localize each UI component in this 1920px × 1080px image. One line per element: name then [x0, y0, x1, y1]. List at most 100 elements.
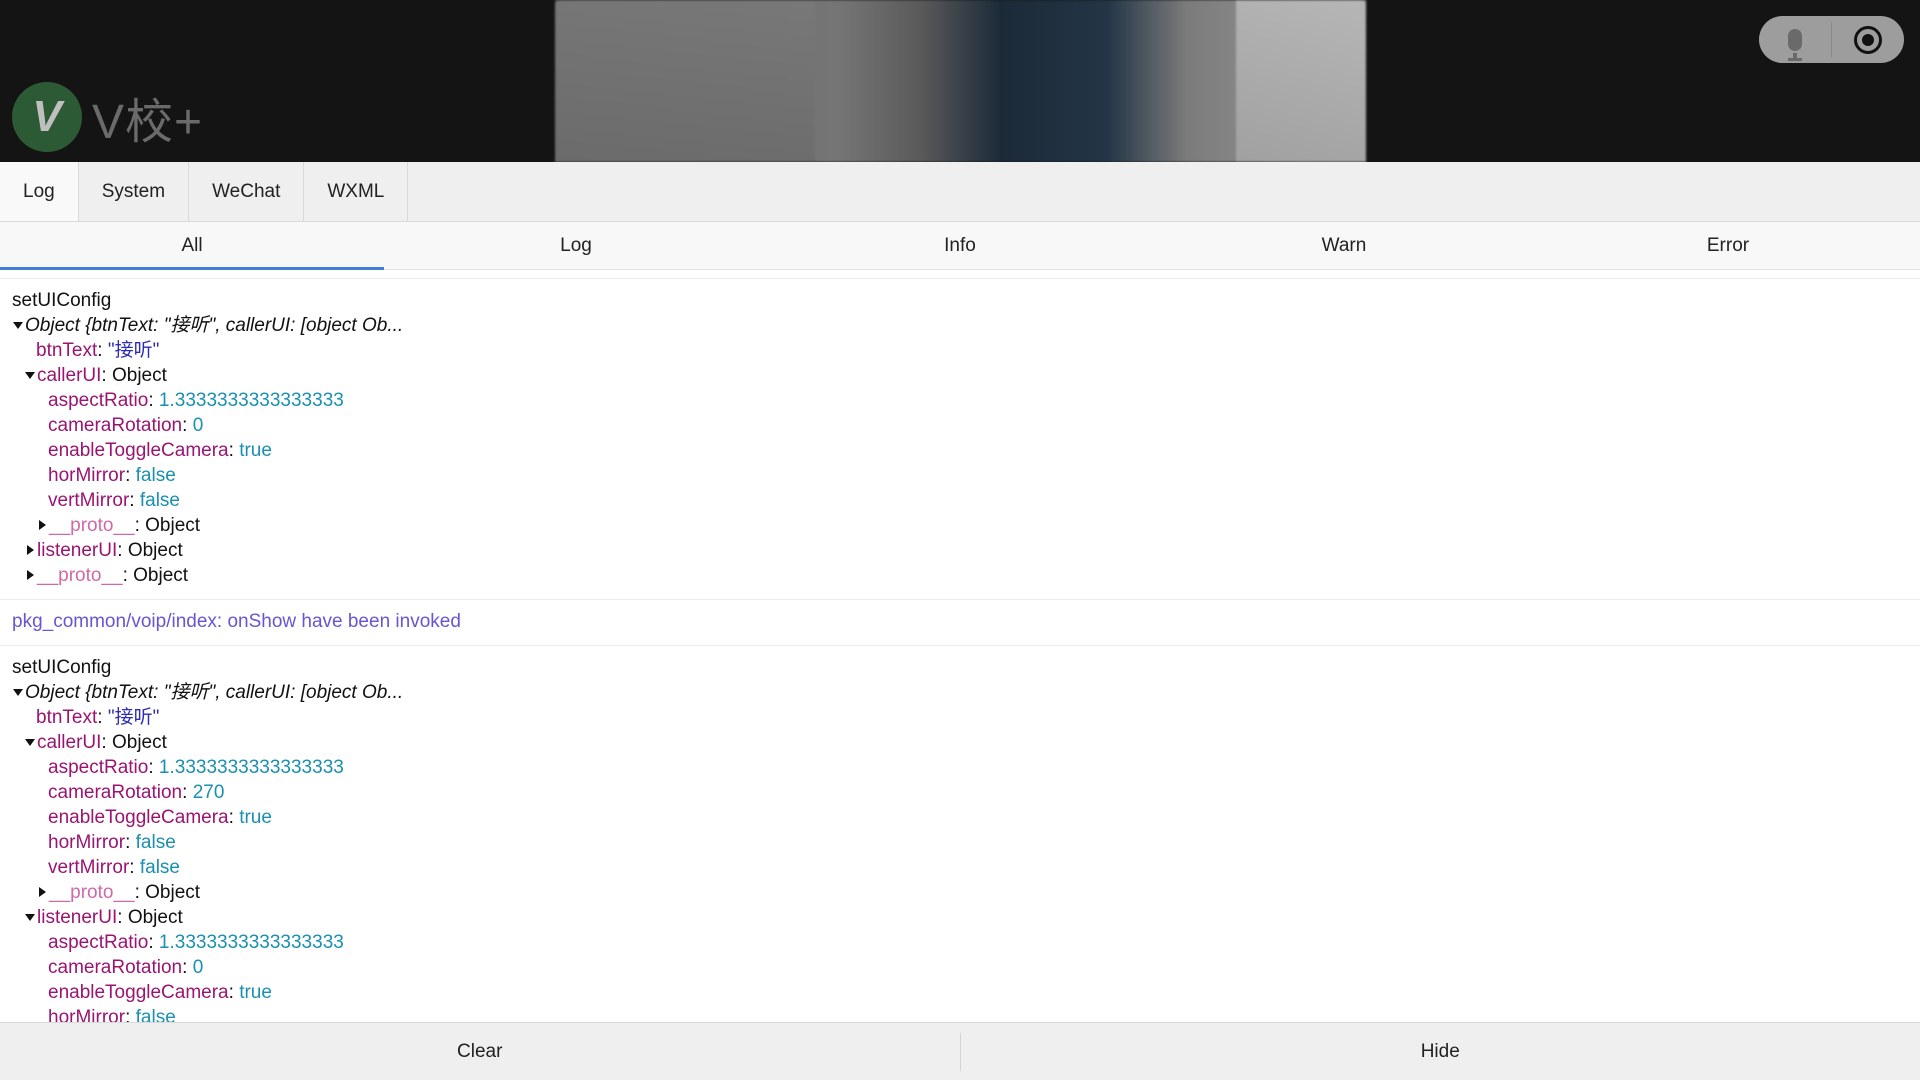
property-value: false	[139, 857, 180, 878]
caret-right-icon[interactable]	[36, 513, 49, 538]
clear-button[interactable]: Clear	[0, 1023, 960, 1080]
video-area: V V校+	[0, 0, 1920, 162]
property-key: enableToggleCamera	[48, 807, 229, 828]
log-title: setUIConfig	[12, 288, 1908, 313]
log-tree-row[interactable]: callerUI: Object	[12, 363, 1908, 388]
property-separator: :	[228, 807, 240, 828]
property-key: vertMirror	[48, 490, 130, 511]
property-separator: :	[101, 365, 112, 386]
caret-right-icon[interactable]	[24, 563, 37, 588]
property-key: listenerUI	[37, 907, 118, 928]
caret-right-icon[interactable]	[36, 880, 49, 905]
log-tree-row: horMirror: false	[12, 1005, 1908, 1023]
log-entry: pkg_common/voip/index: onShow have been …	[0, 600, 1920, 646]
log-tree-row: cameraRotation: 0	[12, 955, 1908, 980]
filter-error[interactable]: Error	[1536, 222, 1920, 269]
property-separator: :	[134, 515, 146, 536]
property-key: horMirror	[48, 832, 126, 853]
property-value: Object	[111, 365, 167, 386]
microphone-icon	[1788, 28, 1802, 61]
log-entry: setUIConfig Object {btnText: "接听", caller…	[0, 279, 1920, 600]
property-separator: :	[97, 340, 108, 361]
log-tree-row: vertMirror: false	[12, 855, 1908, 880]
property-separator: :	[125, 465, 136, 486]
log-tree-row: aspectRatio: 1.3333333333333333	[12, 755, 1908, 780]
log-message: setUIConfig	[12, 657, 112, 678]
record-button[interactable]	[1832, 16, 1904, 63]
tab-system[interactable]: System	[79, 162, 190, 221]
brand-name: V校+	[92, 96, 204, 149]
log-tree-row[interactable]: listenerUI: Object	[12, 538, 1908, 563]
property-value: false	[135, 832, 176, 853]
filter-all[interactable]: All	[0, 222, 384, 270]
property-value: 1.3333333333333333	[158, 932, 344, 953]
property-key: __proto__	[37, 565, 123, 586]
log-tree-row: horMirror: false	[12, 830, 1908, 855]
property-value: 0	[192, 957, 204, 978]
property-separator: :	[148, 757, 159, 778]
log-tree-row[interactable]: Object {btnText: "接听", callerUI: [object…	[12, 680, 1908, 705]
property-separator: :	[122, 565, 134, 586]
log-filter-tabs: All Log Info Warn Error	[0, 222, 1920, 270]
property-key: listenerUI	[37, 540, 118, 561]
log-tree-row: aspectRatio: 1.3333333333333333	[12, 388, 1908, 413]
filter-warn[interactable]: Warn	[1152, 222, 1536, 269]
property-key: btnText	[36, 340, 98, 361]
filter-log[interactable]: Log	[384, 222, 768, 269]
caret-down-icon[interactable]	[12, 313, 25, 338]
property-key: callerUI	[37, 365, 102, 386]
caret-down-icon[interactable]	[24, 730, 37, 755]
log-tree-row: btnText: "接听"	[12, 705, 1908, 730]
tab-wechat[interactable]: WeChat	[189, 162, 305, 221]
log-tree-row[interactable]: callerUI: Object	[12, 730, 1908, 755]
property-key: cameraRotation	[48, 782, 183, 803]
log-tree-row: enableToggleCamera: true	[12, 438, 1908, 463]
property-key: enableToggleCamera	[48, 982, 229, 1003]
log-tree-row[interactable]: __proto__: Object	[12, 513, 1908, 538]
log-tree-row[interactable]: __proto__: Object	[12, 563, 1908, 588]
property-value: Object	[145, 515, 201, 536]
log-tree-row[interactable]: Object {btnText: "接听", callerUI: [object…	[12, 313, 1908, 338]
property-separator: :	[134, 882, 146, 903]
log-list[interactable]: setUIConfig Object {btnText: "接听", caller…	[0, 278, 1920, 1023]
property-value: false	[139, 490, 180, 511]
log-tree-row: enableToggleCamera: true	[12, 980, 1908, 1005]
log-tree-row: btnText: "接听"	[12, 338, 1908, 363]
property-key: enableToggleCamera	[48, 440, 229, 461]
log-tree-row[interactable]: __proto__: Object	[12, 880, 1908, 905]
property-separator: :	[228, 982, 240, 1003]
log-entry: setUIConfig Object {btnText: "接听", caller…	[0, 646, 1920, 1023]
property-value: true	[239, 807, 272, 828]
property-value: Object	[145, 882, 201, 903]
microphone-button[interactable]	[1759, 16, 1831, 63]
main-tabs: Log System WeChat WXML	[0, 162, 1920, 222]
object-summary: Object {btnText: "接听", callerUI: [object…	[25, 682, 404, 703]
property-value: 0	[192, 415, 204, 436]
property-separator: :	[182, 782, 193, 803]
log-tree-row: aspectRatio: 1.3333333333333333	[12, 930, 1908, 955]
property-key: aspectRatio	[48, 390, 149, 411]
tab-log[interactable]: Log	[0, 162, 79, 221]
property-separator: :	[101, 732, 112, 753]
log-tree-row: cameraRotation: 270	[12, 780, 1908, 805]
record-icon	[1854, 25, 1882, 54]
property-value: 1.3333333333333333	[158, 757, 344, 778]
caret-right-icon[interactable]	[24, 538, 37, 563]
log-tree-row[interactable]: listenerUI: Object	[12, 905, 1908, 930]
log-tree-row: cameraRotation: 0	[12, 413, 1908, 438]
tab-wxml[interactable]: WXML	[304, 162, 409, 221]
log-title: setUIConfig	[12, 655, 1908, 680]
property-separator: :	[148, 932, 159, 953]
property-separator: :	[182, 957, 193, 978]
property-value: "接听"	[107, 340, 160, 361]
property-value: false	[135, 465, 176, 486]
caret-down-icon[interactable]	[12, 680, 25, 705]
property-key: horMirror	[48, 1007, 126, 1023]
caret-down-icon[interactable]	[24, 905, 37, 930]
filter-info[interactable]: Info	[768, 222, 1152, 269]
caret-down-icon[interactable]	[24, 363, 37, 388]
property-key: cameraRotation	[48, 415, 183, 436]
log-title: pkg_common/voip/index: onShow have been …	[12, 609, 1908, 634]
vconsole-panel: Log System WeChat WXML All Log Info Warn…	[0, 162, 1920, 1080]
hide-button[interactable]: Hide	[961, 1023, 1920, 1080]
